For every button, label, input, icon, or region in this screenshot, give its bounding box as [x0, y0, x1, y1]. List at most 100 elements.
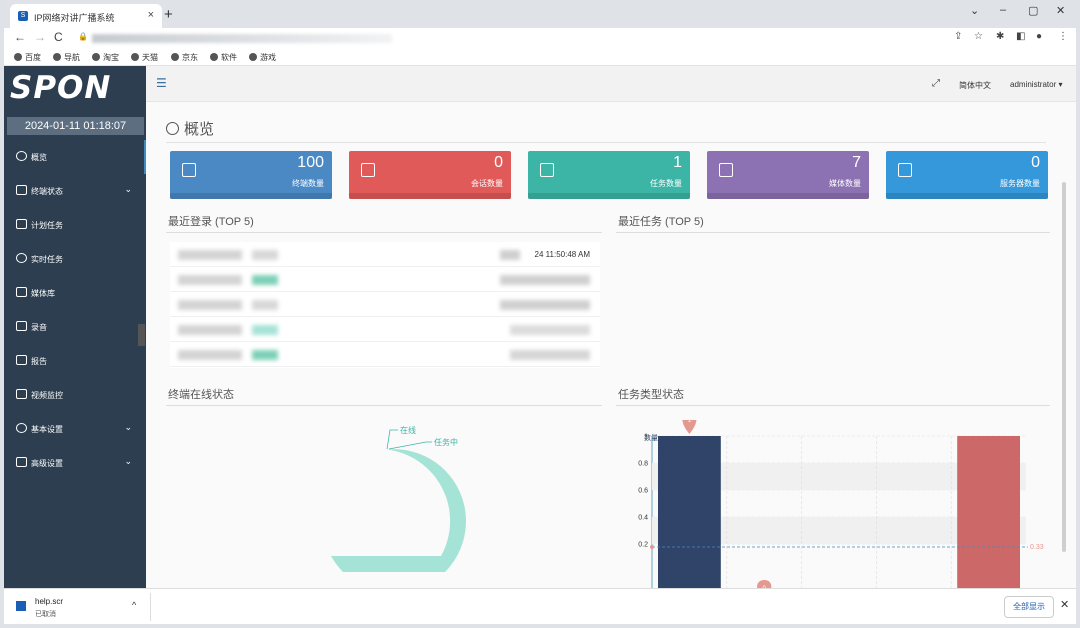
- sidebar-item-reports[interactable]: 报告: [4, 344, 146, 378]
- y-tick-label: 1: [644, 434, 648, 441]
- stat-task-count[interactable]: 1 任务数量: [528, 151, 690, 199]
- download-filename[interactable]: help.scr: [35, 597, 63, 606]
- dashboard-icon: [16, 151, 27, 161]
- tab-title: IP网络对讲广播系统: [34, 13, 115, 23]
- bookmark-software[interactable]: 软件: [210, 52, 237, 63]
- table-row[interactable]: [170, 317, 600, 342]
- table-row[interactable]: [170, 267, 600, 292]
- sidebar-item-advanced-settings[interactable]: 高级设置 ⌄: [4, 446, 146, 480]
- list-icon: [182, 163, 196, 177]
- recording-icon: [16, 321, 27, 331]
- server-icon: [898, 163, 912, 177]
- profile-icon[interactable]: ●: [1036, 31, 1042, 42]
- stat-footer: [707, 193, 869, 199]
- top-bar: ☰ ⤢ 简体中文 administrator ▾: [146, 66, 1076, 102]
- advanced-settings-icon: [16, 457, 27, 467]
- terminal-status-pie-chart: 在线 任务中: [331, 425, 467, 572]
- bookmark-nav[interactable]: 导航: [53, 52, 80, 63]
- bars: [658, 436, 1020, 588]
- fullscreen-icon[interactable]: ⤢: [932, 78, 940, 89]
- divider: [166, 142, 1046, 143]
- y-tick-label: 0.4: [638, 515, 648, 522]
- tab-close-icon[interactable]: ×: [148, 9, 154, 21]
- language-selector[interactable]: 简体中文: [959, 80, 991, 91]
- globe-icon: [92, 53, 100, 61]
- bookmark-taobao[interactable]: 淘宝: [92, 52, 119, 63]
- main-content: 概览 100 终端数量 0 会话数量 1 任务数量 7 媒体数量 0 服务器数量…: [146, 102, 1076, 588]
- sidebar-item-media-library[interactable]: 媒体库: [4, 276, 146, 310]
- globe-icon: [210, 53, 218, 61]
- chevron-down-icon: ⌄: [124, 456, 132, 466]
- stat-footer: [170, 193, 332, 199]
- chevron-down-icon: ⌄: [124, 422, 132, 432]
- globe-icon: [249, 53, 257, 61]
- sidebar-item-basic-settings[interactable]: 基本设置 ⌄: [4, 412, 146, 446]
- calendar-icon: [16, 219, 27, 229]
- browser-tab[interactable]: S IP网络对讲广播系统 ×: [10, 4, 162, 28]
- max-marker: 1: [682, 420, 697, 434]
- extensions-icon[interactable]: ✱: [996, 31, 1004, 42]
- tab-search-icon[interactable]: ⌄: [970, 4, 979, 17]
- sidebar-item-recording[interactable]: 录音: [4, 310, 146, 344]
- average-line-label: 0.33: [1030, 544, 1044, 551]
- table-row[interactable]: [170, 292, 600, 317]
- spon-logo: SPON: [10, 70, 112, 106]
- hamburger-menu-icon[interactable]: ☰: [156, 76, 167, 90]
- sidebar-scrollbar[interactable]: [138, 324, 145, 346]
- back-button[interactable]: ←: [14, 30, 26, 44]
- stat-footer: [886, 193, 1048, 199]
- bookmark-star-icon[interactable]: ☆: [974, 31, 983, 42]
- pie-label-in-task: 任务中: [434, 437, 458, 447]
- stat-server-count[interactable]: 0 服务器数量: [886, 151, 1048, 199]
- divider: [616, 405, 1050, 406]
- table-row[interactable]: 24 11:50:48 AM: [170, 242, 600, 267]
- terminal-icon: [16, 185, 27, 195]
- average-line-start: [650, 545, 654, 549]
- site-favicon-icon: S: [18, 11, 28, 21]
- y-tick-label: 0.6: [638, 488, 648, 495]
- main-scrollbar[interactable]: [1062, 182, 1066, 552]
- chevron-up-icon[interactable]: ^: [132, 600, 136, 610]
- sidebar-item-scheduled-tasks[interactable]: 计划任务: [4, 208, 146, 242]
- bookmark-baidu[interactable]: 百度: [14, 52, 41, 63]
- pie-label-line: [388, 441, 432, 450]
- browser-menu-icon[interactable]: ⋮: [1058, 31, 1068, 42]
- user-menu[interactable]: administrator ▾: [1010, 80, 1062, 89]
- sidebar-item-overview[interactable]: 概览: [4, 140, 146, 174]
- minimize-button[interactable]: –: [1000, 4, 1006, 16]
- login-time: 24 11:50:48 AM: [534, 250, 590, 259]
- divider: [166, 405, 602, 406]
- task-type-title: 任务类型状态: [618, 389, 684, 401]
- close-window-button[interactable]: ✕: [1056, 4, 1065, 17]
- globe-icon: [14, 53, 22, 61]
- calendar-icon: [540, 163, 554, 177]
- maximize-button[interactable]: ▢: [1028, 4, 1038, 17]
- address-bar[interactable]: 🔒: [70, 29, 1010, 47]
- reload-button[interactable]: C: [54, 30, 63, 44]
- bar: [957, 436, 1020, 588]
- new-tab-button[interactable]: +: [164, 6, 173, 23]
- sidebar-item-terminal-status[interactable]: 终端状态 ⌄: [4, 174, 146, 208]
- stat-media-count[interactable]: 7 媒体数量: [707, 151, 869, 199]
- y-tick-label: 0.2: [638, 542, 648, 549]
- table-row[interactable]: [170, 342, 600, 367]
- close-download-bar-icon[interactable]: ✕: [1060, 598, 1069, 611]
- sidebar-item-realtime-tasks[interactable]: 实时任务: [4, 242, 146, 276]
- bookmark-games[interactable]: 游戏: [249, 52, 276, 63]
- share-icon[interactable]: ⇪: [954, 31, 962, 42]
- file-icon: [16, 601, 26, 611]
- sidebar-item-video-monitoring[interactable]: 视频监控: [4, 378, 146, 412]
- bookmark-tmall[interactable]: 天猫: [131, 52, 158, 63]
- stat-terminal-count[interactable]: 100 终端数量: [170, 151, 332, 199]
- side-panel-icon[interactable]: ◧: [1016, 31, 1025, 42]
- dashboard-icon: [166, 122, 179, 135]
- download-status: 已取消: [35, 611, 56, 618]
- forward-button[interactable]: →: [34, 30, 46, 44]
- stat-session-count[interactable]: 0 会话数量: [349, 151, 511, 199]
- download-bar: help.scr 已取消 ^ 全部显示 ✕: [4, 588, 1076, 624]
- recent-task-title: 最近任务 (TOP 5): [618, 216, 704, 228]
- bookmark-jd[interactable]: 京东: [171, 52, 198, 63]
- pie-slice-online[interactable]: [331, 449, 467, 572]
- video-camera-icon: [16, 389, 27, 399]
- show-all-downloads-button[interactable]: 全部显示: [1004, 596, 1054, 618]
